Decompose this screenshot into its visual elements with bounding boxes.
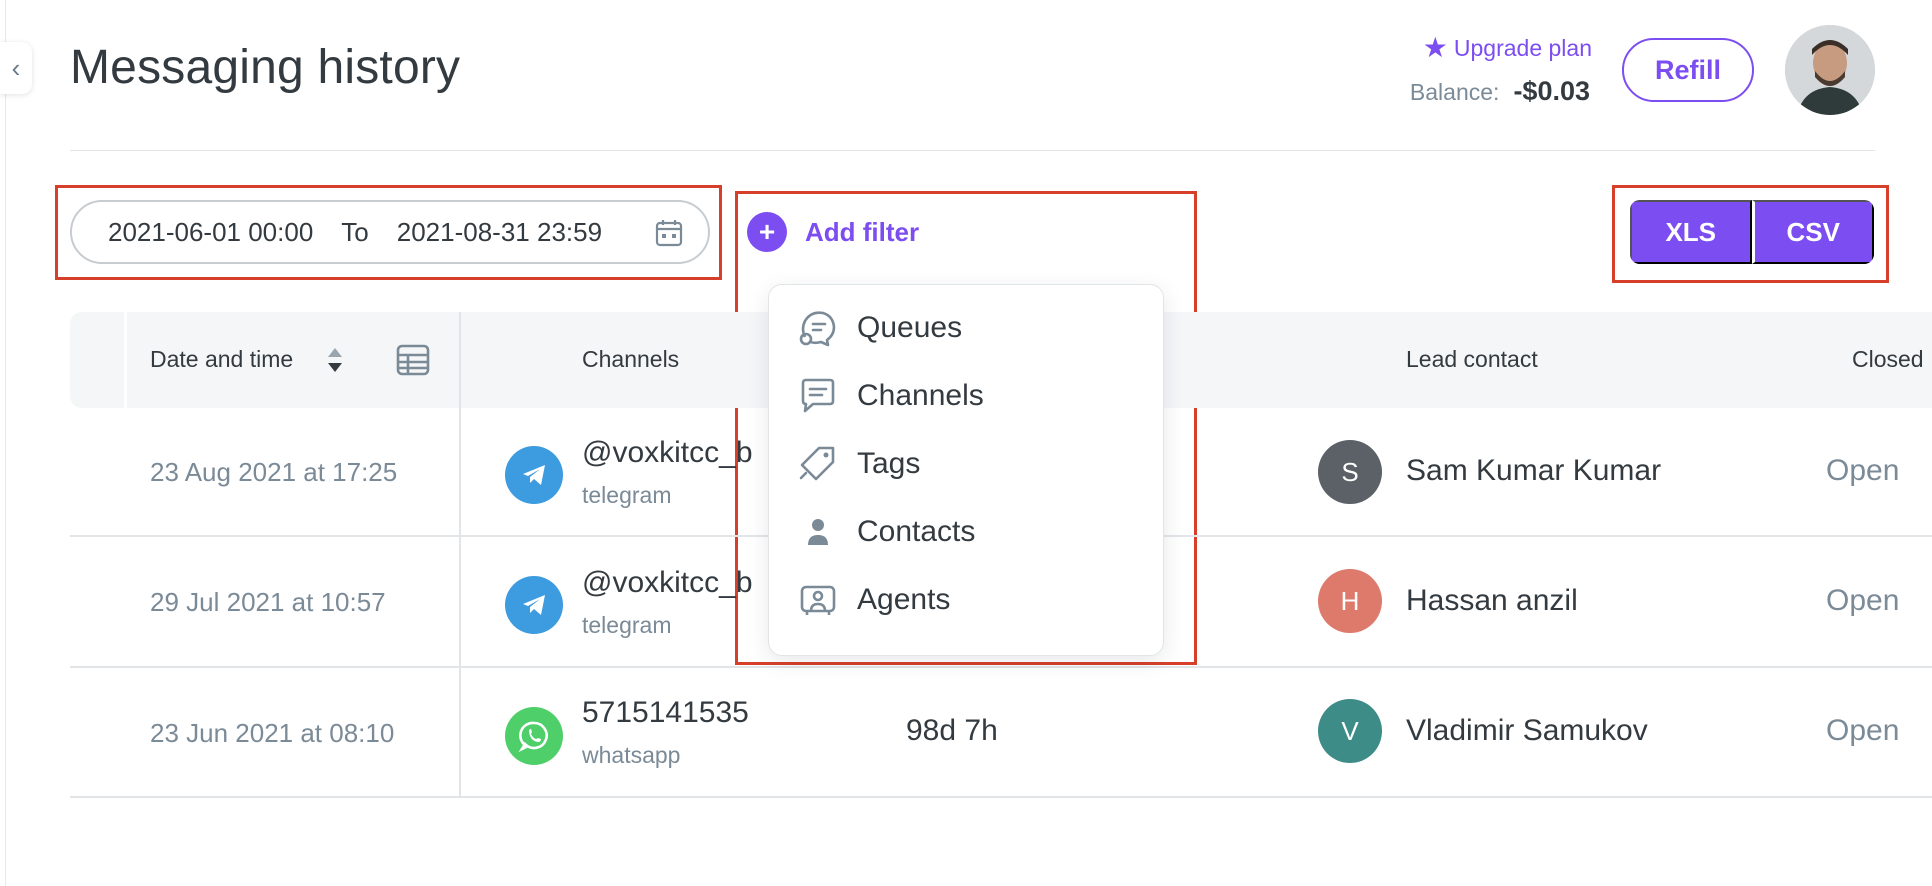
whatsapp-icon [505,707,563,765]
row-lead-name[interactable]: Sam Kumar Kumar [1406,454,1661,488]
row-duration: 98d 7h [906,714,998,747]
page-title: Messaging history [70,41,461,94]
dropdown-item-label: Queues [857,311,963,344]
telegram-icon [505,576,563,634]
upgrade-plan-label: Upgrade plan [1453,34,1592,61]
upgrade-plan-link[interactable]: ★ Upgrade plan [1423,34,1592,62]
row-divider [70,666,1932,668]
header-divider [70,150,1875,151]
dropdown-item-label: Tags [857,447,921,480]
row-status: Open [1826,584,1900,617]
date-range-picker[interactable]: 2021-06-01 00:00 To 2021-08-31 23:59 [70,200,710,264]
dropdown-item-label: Agents [857,583,951,616]
column-header-closed[interactable]: Closed [1852,346,1924,373]
dropdown-item-channels[interactable]: Channels [797,375,984,417]
date-to: 2021-08-31 23:59 [396,216,603,247]
dropdown-item-label: Contacts [857,515,976,548]
row-channel-type: whatsapp [582,742,681,768]
date-to-label: To [341,216,369,247]
row-channel-name: @voxkitcc_b [582,436,753,469]
row-date: 23 Aug 2021 at 17:25 [150,457,398,487]
balance: Balance: -$0.03 [1410,76,1590,107]
row-divider [70,796,1932,798]
row-channel-type: telegram [582,482,672,508]
user-avatar[interactable] [1785,25,1875,115]
dropdown-item-agents[interactable]: Agents [797,579,950,621]
dropdown-item-contacts[interactable]: Contacts [797,511,975,553]
sort-icon[interactable] [324,344,346,376]
calendar-icon[interactable] [654,218,684,248]
column-header-date[interactable]: Date and time [150,346,293,373]
balance-label: Balance: [1409,79,1500,105]
telegram-icon [505,446,563,504]
row-date: 29 Jul 2021 at 10:57 [150,587,386,617]
refill-button[interactable]: Refill [1622,38,1754,102]
star-icon: ★ [1422,32,1448,63]
agents-icon [800,585,836,615]
lead-avatar: S [1318,440,1382,504]
channels-icon [801,378,835,413]
row-channel-name: @voxkitcc_b [582,566,753,599]
columns-icon[interactable] [396,343,430,377]
row-status: Open [1826,714,1900,747]
row-status: Open [1826,454,1900,487]
user-avatar-photo [1785,25,1875,115]
lead-avatar: H [1318,569,1382,633]
add-filter-label: Add filter [805,216,920,247]
filter-dropdown: Queues Channels Tags Contacts Agents [768,284,1164,656]
header-separator [124,312,127,408]
date-from: 2021-06-01 00:00 [108,216,314,247]
add-filter-button[interactable]: + Add filter [747,212,919,252]
export-csv-button[interactable]: CSV [1751,200,1874,264]
dropdown-item-tags[interactable]: Tags [797,443,920,485]
row-channel-name: 5715141535 [582,696,749,729]
column-header-channels[interactable]: Channels [582,346,679,373]
row-date: 23 Jun 2021 at 08:10 [150,718,395,748]
collapse-sidebar-button[interactable]: ‹ [0,42,32,94]
tags-icon [799,446,835,481]
column-separator [459,312,461,797]
lead-avatar: V [1318,699,1382,763]
export-xls-button[interactable]: XLS [1630,200,1752,264]
balance-value: -$0.03 [1513,76,1590,106]
column-header-lead[interactable]: Lead contact [1406,346,1538,373]
dropdown-item-label: Channels [857,379,984,412]
left-rail [0,0,6,886]
plus-icon: + [747,212,787,252]
row-lead-name[interactable]: Vladimir Samukov [1406,714,1648,748]
queues-icon [799,311,836,347]
chevron-left-icon: ‹ [11,52,21,83]
contacts-icon [808,519,828,545]
row-lead-name[interactable]: Hassan anzil [1406,584,1578,618]
export-group: XLS CSV [1630,200,1874,264]
dropdown-item-queues[interactable]: Queues [797,307,962,349]
row-channel-type: telegram [582,612,672,638]
